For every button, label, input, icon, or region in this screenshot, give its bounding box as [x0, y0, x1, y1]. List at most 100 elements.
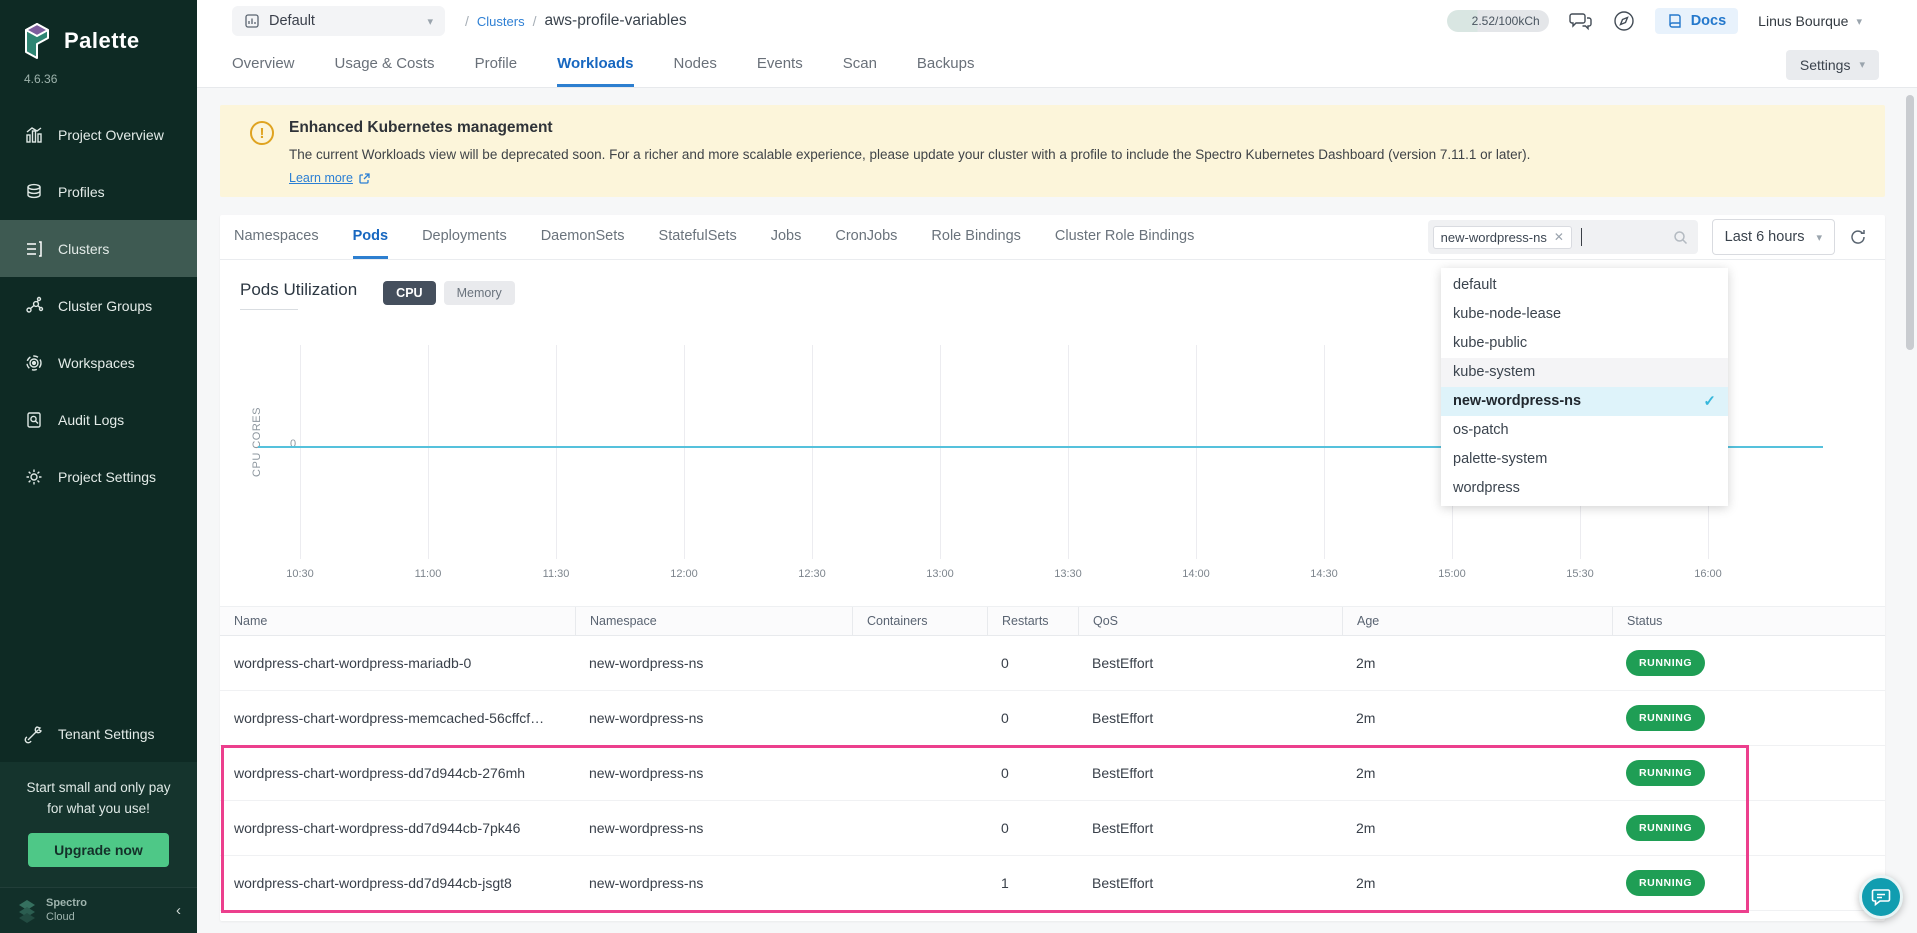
namespace-chip: new-wordpress-ns ✕: [1433, 226, 1572, 249]
gridline: [940, 345, 941, 559]
time-range-select[interactable]: Last 6 hours ▾: [1712, 219, 1835, 255]
tab-profile[interactable]: Profile: [475, 42, 518, 87]
namespace-option-kube-system[interactable]: kube-system: [1441, 358, 1728, 387]
layers-icon: [24, 182, 44, 202]
tab-nodes[interactable]: Nodes: [674, 42, 717, 87]
gridline: [300, 345, 301, 559]
tools-icon: [24, 724, 44, 744]
project-selector[interactable]: Default ▾: [232, 6, 445, 36]
table-row[interactable]: wordpress-chart-wordpress-dd7d944cb-jsgt…: [220, 856, 1885, 911]
table-row[interactable]: wordpress-chart-wordpress-mariadb-0 new-…: [220, 636, 1885, 691]
x-axis-tick: 13:00: [926, 568, 954, 580]
sidebar-item-project-settings[interactable]: Project Settings: [0, 448, 197, 505]
vertical-scrollbar[interactable]: [1906, 95, 1914, 350]
app-root: Palette 4.6.36 Project Overview Profiles…: [0, 0, 1917, 933]
tab-overview[interactable]: Overview: [232, 42, 295, 87]
docs-button[interactable]: Docs: [1655, 8, 1738, 34]
gridline: [684, 345, 685, 559]
column-header-restarts: Restarts: [987, 607, 1078, 635]
column-header-containers: Containers: [852, 607, 987, 635]
sidebar-item-clusters[interactable]: Clusters: [0, 220, 197, 277]
pod-restarts: 0: [987, 655, 1078, 671]
pod-name: wordpress-chart-wordpress-dd7d944cb-7pk4…: [220, 820, 575, 836]
pod-age: 2m: [1342, 655, 1612, 671]
pod-name: wordpress-chart-wordpress-memcached-56cf…: [220, 710, 575, 726]
brand: Palette: [0, 0, 197, 60]
tab-usage-costs[interactable]: Usage & Costs: [335, 42, 435, 87]
learn-more-link[interactable]: Learn more: [289, 171, 1530, 185]
sidebar-item-label: Clusters: [58, 241, 109, 257]
pod-age: 2m: [1342, 710, 1612, 726]
tab-events[interactable]: Events: [757, 42, 803, 87]
namespace-option-palette-system[interactable]: palette-system: [1441, 445, 1728, 474]
table-row[interactable]: wordpress-chart-wordpress-dd7d944cb-276m…: [220, 746, 1885, 801]
column-header-namespace: Namespace: [575, 607, 852, 635]
sidebar-item-workspaces[interactable]: Workspaces: [0, 334, 197, 391]
memory-toggle[interactable]: Memory: [444, 281, 515, 305]
subtab-pods[interactable]: Pods: [353, 215, 388, 259]
x-axis-tick: 15:00: [1438, 568, 1466, 580]
sidebar-item-label: Tenant Settings: [58, 726, 155, 742]
upgrade-now-button[interactable]: Upgrade now: [28, 833, 169, 867]
refresh-icon[interactable]: [1849, 228, 1867, 246]
spectro-cloud-logo: [16, 899, 38, 923]
sidebar-item-label: Audit Logs: [58, 412, 124, 428]
namespace-option-wordpress[interactable]: wordpress: [1441, 474, 1728, 503]
table-row[interactable]: wordpress-chart-wordpress-memcached-56cf…: [220, 691, 1885, 746]
tab-backups[interactable]: Backups: [917, 42, 975, 87]
search-icon: [1673, 230, 1688, 245]
banner-body: The current Workloads view will be depre…: [289, 147, 1530, 162]
namespace-option-os-patch[interactable]: os-patch: [1441, 416, 1728, 445]
sidebar-item-profiles[interactable]: Profiles: [0, 163, 197, 220]
x-axis-tick: 14:00: [1182, 568, 1210, 580]
pods-table: Name Namespace Containers Restarts QoS A…: [220, 606, 1885, 911]
gridline: [812, 345, 813, 559]
namespace-option-new-wordpress-ns[interactable]: new-wordpress-ns ✓: [1441, 387, 1728, 416]
pod-name: wordpress-chart-wordpress-dd7d944cb-276m…: [220, 765, 575, 781]
workload-subtabs: Namespaces Pods Deployments DaemonSets S…: [220, 215, 1885, 260]
subtab-deployments[interactable]: Deployments: [422, 215, 507, 259]
pod-qos: BestEffort: [1078, 710, 1342, 726]
topbar: Default ▾ / Clusters / aws-profile-varia…: [197, 0, 1917, 42]
remove-chip-icon[interactable]: ✕: [1554, 230, 1564, 244]
subtab-cluster-role-bindings[interactable]: Cluster Role Bindings: [1055, 215, 1194, 259]
namespace-filter-input[interactable]: new-wordpress-ns ✕: [1428, 220, 1698, 254]
user-menu[interactable]: Linus Bourque ▾: [1758, 13, 1862, 29]
table-row[interactable]: wordpress-chart-wordpress-dd7d944cb-7pk4…: [220, 801, 1885, 856]
pod-namespace: new-wordpress-ns: [575, 875, 852, 891]
deprecation-banner: ! Enhanced Kubernetes management The cur…: [220, 105, 1885, 197]
subtab-namespaces[interactable]: Namespaces: [234, 215, 319, 259]
x-axis-tick: 11:30: [543, 568, 570, 580]
sidebar-item-project-overview[interactable]: Project Overview: [0, 106, 197, 163]
text-cursor: [1581, 228, 1582, 246]
sidebar-item-tenant-settings[interactable]: Tenant Settings: [0, 705, 197, 762]
subtab-statefulsets[interactable]: StatefulSets: [659, 215, 737, 259]
help-compass-icon[interactable]: [1613, 10, 1635, 32]
status-badge: RUNNING: [1626, 650, 1705, 676]
status-badge: RUNNING: [1626, 870, 1705, 896]
support-chat-button[interactable]: [1859, 875, 1903, 919]
sidebar-item-cluster-groups[interactable]: Cluster Groups: [0, 277, 197, 334]
collapse-sidebar-icon[interactable]: ‹: [176, 902, 181, 919]
feedback-chat-icon[interactable]: [1569, 10, 1593, 32]
breadcrumb: / Clusters / aws-profile-variables: [465, 12, 687, 30]
namespace-option-default[interactable]: default: [1441, 271, 1728, 300]
namespace-option-kube-node-lease[interactable]: kube-node-lease: [1441, 300, 1728, 329]
footer-brand: Spectro Cloud: [46, 897, 87, 923]
pod-age: 2m: [1342, 820, 1612, 836]
cluster-settings-button[interactable]: Settings ▾: [1786, 50, 1879, 80]
x-axis-tick: 13:30: [1054, 568, 1082, 580]
tab-workloads[interactable]: Workloads: [557, 42, 633, 87]
namespace-option-kube-public[interactable]: kube-public: [1441, 329, 1728, 358]
subtab-daemonsets[interactable]: DaemonSets: [541, 215, 625, 259]
tab-scan[interactable]: Scan: [843, 42, 877, 87]
x-axis-tick: 10:30: [286, 568, 314, 580]
sidebar-item-label: Project Overview: [58, 127, 164, 143]
subtab-role-bindings[interactable]: Role Bindings: [931, 215, 1020, 259]
subtab-jobs[interactable]: Jobs: [771, 215, 802, 259]
subtab-cronjobs[interactable]: CronJobs: [835, 215, 897, 259]
breadcrumb-clusters-link[interactable]: Clusters: [477, 14, 525, 29]
sidebar-item-audit-logs[interactable]: Audit Logs: [0, 391, 197, 448]
gridline: [1196, 345, 1197, 559]
cpu-toggle[interactable]: CPU: [383, 281, 435, 305]
